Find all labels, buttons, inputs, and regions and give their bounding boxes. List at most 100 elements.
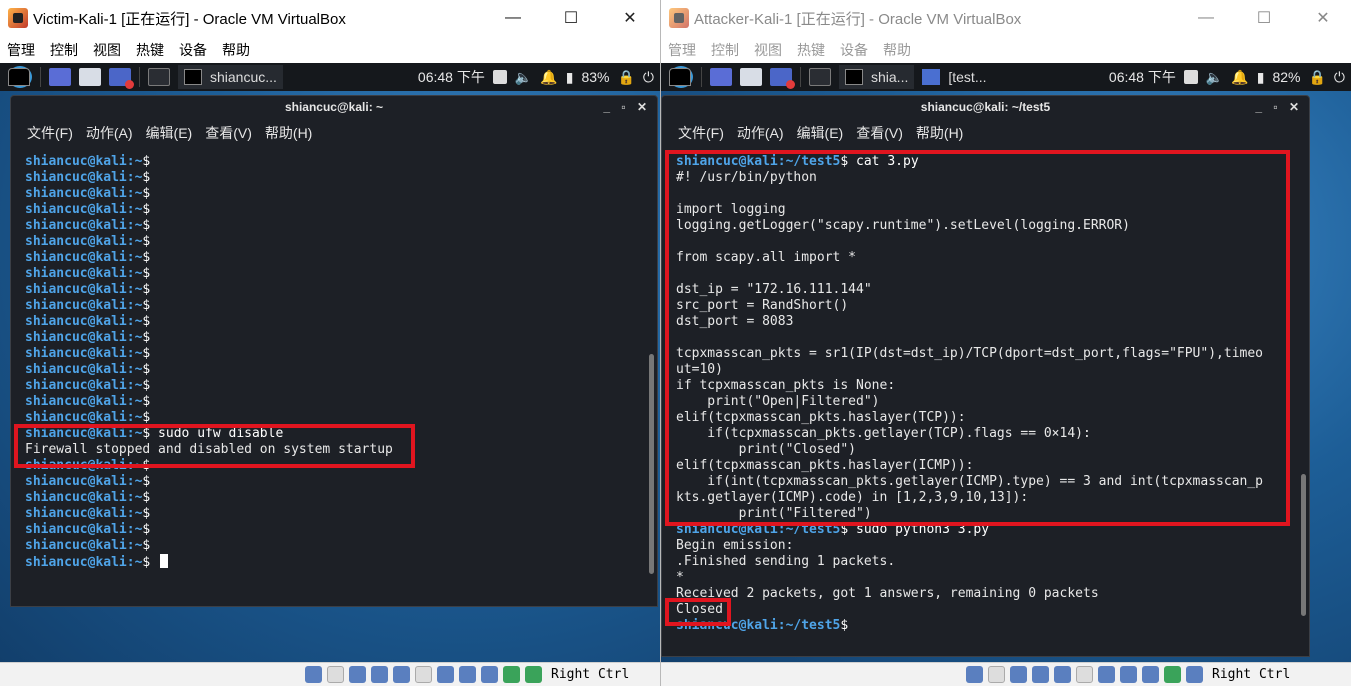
menu-control[interactable]: 控制: [50, 40, 78, 60]
taskbar-terminal-item[interactable]: shiancuc...: [178, 65, 283, 89]
volume-icon[interactable]: 🔈: [1206, 69, 1223, 86]
optical-drive-icon[interactable]: [327, 666, 344, 683]
taskbar-folder-item[interactable]: [test...: [916, 65, 992, 89]
close-button[interactable]: ✕: [1298, 0, 1348, 36]
terminal-scrollbar[interactable]: [649, 354, 654, 574]
recording-icon[interactable]: [459, 666, 476, 683]
virtualization-icon[interactable]: [1142, 666, 1159, 683]
terminal-window-controls[interactable]: _ ▫ ✕: [603, 96, 651, 119]
lock-icon[interactable]: 🔒: [617, 69, 634, 86]
mouse-integration-icon[interactable]: [1164, 666, 1181, 683]
prompt-user: shiancuc@kali: [25, 234, 127, 249]
notification-bell-icon[interactable]: 🔔: [540, 69, 557, 86]
menu-hotkey[interactable]: 热键: [136, 40, 164, 60]
prompt-line: shiancuc@kali:~$: [25, 346, 645, 362]
close-button[interactable]: ✕: [605, 0, 655, 36]
terminal-menu-file[interactable]: 文件(F): [27, 123, 73, 143]
terminal-menu-action[interactable]: 动作(A): [86, 123, 133, 143]
command-text: $: [142, 234, 151, 249]
terminal-menu-edit[interactable]: 编辑(E): [797, 123, 844, 143]
terminal-icon: [845, 69, 863, 85]
keyboard-capture-icon[interactable]: [1186, 666, 1203, 683]
prompt-line: shiancuc@kali:~$: [25, 170, 645, 186]
menu-help[interactable]: 帮助: [222, 40, 250, 60]
keyboard-capture-icon[interactable]: [525, 666, 542, 683]
clock[interactable]: 06:48 下午: [418, 67, 485, 87]
hdd-icon[interactable]: [305, 666, 322, 683]
taskbar-terminal-item[interactable]: shia...: [839, 65, 915, 89]
prompt-user: shiancuc@kali: [25, 298, 127, 313]
terminal-menu-help[interactable]: 帮助(H): [916, 123, 963, 143]
command-text: $: [142, 506, 151, 521]
maximize-button[interactable]: ☐: [546, 0, 596, 36]
terminal-menu-view[interactable]: 查看(V): [856, 123, 903, 143]
panel-tray: 06:48 下午 🔈 🔔 ▮ 82% 🔒 ⏻: [1101, 67, 1351, 87]
prompt-dir: :~: [126, 314, 143, 329]
menu-manage[interactable]: 管理: [668, 40, 696, 60]
workspace-icon[interactable]: [809, 68, 831, 86]
terminal-menu-edit[interactable]: 编辑(E): [146, 123, 193, 143]
menu-view[interactable]: 视图: [93, 40, 121, 60]
workspace-icon[interactable]: [148, 68, 170, 86]
terminal-menu-action[interactable]: 动作(A): [737, 123, 784, 143]
menu-hotkey[interactable]: 热键: [797, 40, 825, 60]
file-manager-icon[interactable]: [740, 68, 762, 86]
app-launcher-icon[interactable]: [770, 68, 795, 89]
folder-icon: [922, 69, 941, 85]
file-manager-icon[interactable]: [79, 68, 101, 86]
power-icon[interactable]: ⏻: [643, 69, 654, 86]
mouse-integration-icon[interactable]: [503, 666, 520, 683]
usb-icon[interactable]: [393, 666, 410, 683]
power-icon[interactable]: ⏻: [1334, 69, 1345, 86]
battery-percent: 83%: [581, 69, 610, 85]
network-icon[interactable]: [1032, 666, 1049, 683]
terminal-title: shiancuc@kali: ~ _ ▫ ✕: [11, 96, 657, 119]
show-desktop-icon[interactable]: [49, 68, 71, 86]
virtualization-icon[interactable]: [481, 666, 498, 683]
terminal-output[interactable]: shiancuc@kali:~$ shiancuc@kali:~$ shiancuc…: [25, 154, 645, 606]
prompt-dir: :~: [126, 555, 143, 570]
maximize-button[interactable]: ☐: [1239, 0, 1289, 36]
shared-folders-icon[interactable]: [1076, 666, 1093, 683]
menu-control[interactable]: 控制: [711, 40, 739, 60]
network-icon[interactable]: [371, 666, 388, 683]
terminal-scrollbar[interactable]: [1301, 474, 1306, 616]
hdd-icon[interactable]: [966, 666, 983, 683]
audio-icon[interactable]: [349, 666, 366, 683]
menu-help[interactable]: 帮助: [883, 40, 911, 60]
terminal-menu-file[interactable]: 文件(F): [678, 123, 724, 143]
prompt-line: shiancuc@kali:~$: [25, 474, 645, 490]
command-text: $: [142, 330, 151, 345]
minimize-button[interactable]: —: [1181, 0, 1231, 36]
prompt-user: shiancuc@kali: [25, 330, 127, 345]
lock-icon[interactable]: 🔒: [1308, 69, 1325, 86]
audio-icon[interactable]: [1010, 666, 1027, 683]
minimize-button[interactable]: —: [488, 0, 538, 36]
display-status-icon[interactable]: [437, 666, 454, 683]
display-icon[interactable]: [492, 70, 507, 84]
recording-icon[interactable]: [1120, 666, 1137, 683]
optical-drive-icon[interactable]: [988, 666, 1005, 683]
terminal-launcher-icon[interactable]: [669, 68, 691, 86]
menu-devices[interactable]: 设备: [840, 40, 868, 60]
shared-folders-icon[interactable]: [415, 666, 432, 683]
terminal-launcher-icon[interactable]: [8, 68, 30, 86]
display-status-icon[interactable]: [1098, 666, 1115, 683]
terminal-menu-help[interactable]: 帮助(H): [265, 123, 312, 143]
notification-bell-icon[interactable]: 🔔: [1231, 69, 1248, 86]
command-text: $: [142, 394, 151, 409]
clock[interactable]: 06:48 下午: [1109, 67, 1176, 87]
show-desktop-icon[interactable]: [710, 68, 732, 86]
battery-icon[interactable]: ▮: [566, 69, 574, 86]
command-text: $: [142, 362, 151, 377]
menu-view[interactable]: 视图: [754, 40, 782, 60]
battery-icon[interactable]: ▮: [1257, 69, 1265, 86]
app-launcher-icon[interactable]: [109, 68, 134, 89]
terminal-menu-view[interactable]: 查看(V): [205, 123, 252, 143]
terminal-window-controls[interactable]: _ ▫ ✕: [1255, 96, 1303, 119]
menu-devices[interactable]: 设备: [179, 40, 207, 60]
usb-icon[interactable]: [1054, 666, 1071, 683]
display-icon[interactable]: [1183, 70, 1198, 84]
menu-manage[interactable]: 管理: [7, 40, 35, 60]
volume-icon[interactable]: 🔈: [515, 69, 532, 86]
